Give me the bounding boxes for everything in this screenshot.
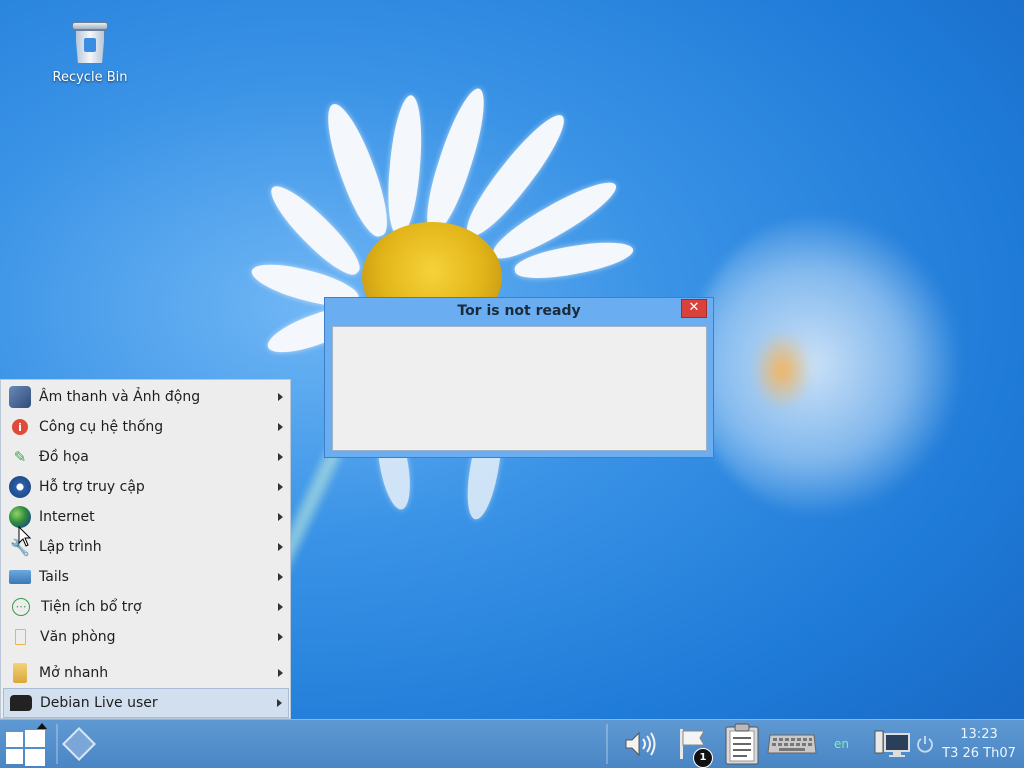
menu-item-label: Âm thanh và Ảnh động bbox=[39, 389, 201, 405]
menu-item-accessories[interactable]: ⋯ Tiện ích bổ trợ bbox=[3, 592, 289, 622]
submenu-arrow-icon bbox=[278, 603, 283, 611]
dialog-close-button[interactable]: ✕ bbox=[681, 299, 707, 318]
start-button[interactable] bbox=[4, 723, 52, 766]
keyboard-icon bbox=[767, 734, 817, 754]
network-button[interactable] bbox=[872, 726, 912, 762]
menu-item-system-tools[interactable]: i Công cụ hệ thống bbox=[3, 412, 289, 442]
menu-item-label: Mở nhanh bbox=[39, 665, 109, 681]
start-menu: Âm thanh và Ảnh động i Công cụ hệ thống … bbox=[0, 379, 291, 719]
submenu-arrow-icon bbox=[278, 423, 283, 431]
notification-count-badge: 1 bbox=[693, 748, 713, 768]
taskbar-separator bbox=[606, 724, 608, 764]
menu-item-label: Hỗ trợ truy cập bbox=[39, 479, 145, 495]
menu-item-label: Internet bbox=[39, 509, 95, 525]
recycle-bin-icon bbox=[72, 20, 108, 64]
submenu-arrow-icon bbox=[277, 699, 282, 707]
menu-item-label: Công cụ hệ thống bbox=[39, 419, 164, 435]
power-icon bbox=[917, 736, 933, 753]
submenu-arrow-icon bbox=[278, 633, 283, 641]
speaker-icon bbox=[625, 731, 656, 757]
menu-item-accessibility[interactable]: ✦ Hỗ trợ truy cập bbox=[3, 472, 289, 502]
menu-item-label: Văn phòng bbox=[40, 629, 116, 645]
menu-item-debian-live-user[interactable]: Debian Live user bbox=[3, 688, 289, 718]
menu-item-multimedia[interactable]: Âm thanh và Ảnh động bbox=[3, 382, 289, 412]
menu-item-label: Debian Live user bbox=[40, 695, 158, 711]
submenu-arrow-icon bbox=[278, 513, 283, 521]
onscreen-keyboard-button[interactable] bbox=[766, 726, 818, 762]
tails-launcher-button[interactable] bbox=[62, 726, 96, 762]
network-icon bbox=[874, 730, 910, 757]
accessories-icon: ⋯ bbox=[12, 598, 30, 616]
taskbar: 1 en 13:23 T3 26 Th07 bbox=[0, 719, 1024, 768]
folder-icon bbox=[13, 663, 27, 683]
menu-item-tails[interactable]: Tails bbox=[3, 562, 289, 592]
submenu-arrow-icon bbox=[278, 483, 283, 491]
graphics-icon: ✎ bbox=[13, 448, 27, 466]
menu-item-label: Tiện ích bổ trợ bbox=[41, 599, 142, 615]
submenu-arrow-icon bbox=[278, 393, 283, 401]
keyboard-language-indicator[interactable]: en bbox=[834, 737, 849, 751]
clipboard-icon bbox=[725, 723, 759, 765]
menu-item-label: Tails bbox=[39, 569, 69, 585]
recycle-bin-shortcut[interactable]: Recycle Bin bbox=[48, 20, 132, 85]
menu-item-internet[interactable]: Internet bbox=[3, 502, 289, 532]
menu-item-office[interactable]: Văn phòng bbox=[3, 622, 289, 652]
menu-item-label: Đồ họa bbox=[39, 449, 89, 465]
submenu-arrow-icon bbox=[278, 453, 283, 461]
dialog-content-area bbox=[332, 326, 707, 451]
menu-item-label: Lập trình bbox=[39, 539, 102, 555]
taskbar-clock[interactable]: 13:23 T3 26 Th07 bbox=[934, 725, 1024, 763]
mouse-cursor-icon bbox=[18, 526, 32, 547]
taskbar-separator bbox=[56, 724, 58, 764]
clock-date: T3 26 Th07 bbox=[942, 746, 1016, 761]
accessibility-icon: ✦ bbox=[9, 476, 31, 498]
clock-time: 13:23 bbox=[960, 727, 998, 742]
office-icon bbox=[15, 629, 26, 645]
globe-icon bbox=[9, 506, 31, 528]
system-tools-icon: i bbox=[12, 419, 28, 435]
power-button[interactable] bbox=[914, 726, 936, 762]
menu-item-graphics[interactable]: ✎ Đồ họa bbox=[3, 442, 289, 472]
submenu-arrow-icon bbox=[278, 669, 283, 677]
clipboard-button[interactable] bbox=[720, 723, 764, 765]
submenu-arrow-icon bbox=[278, 573, 283, 581]
dialog-title: Tor is not ready bbox=[457, 303, 581, 319]
user-chat-icon bbox=[10, 695, 32, 711]
menu-item-quick-open[interactable]: Mở nhanh bbox=[3, 658, 289, 688]
volume-button[interactable] bbox=[620, 726, 660, 762]
multimedia-icon bbox=[9, 386, 31, 408]
menu-item-programming[interactable]: 🔧 Lập trình bbox=[3, 532, 289, 562]
diamond-icon bbox=[62, 727, 96, 761]
submenu-arrow-icon bbox=[278, 543, 283, 551]
wallpaper-blurred-flower-center bbox=[752, 330, 812, 410]
wallpaper-blurred-flower bbox=[690, 215, 960, 515]
recycle-bin-label: Recycle Bin bbox=[52, 70, 128, 85]
tails-icon bbox=[9, 570, 31, 584]
tor-not-ready-dialog: Tor is not ready ✕ bbox=[324, 297, 714, 458]
